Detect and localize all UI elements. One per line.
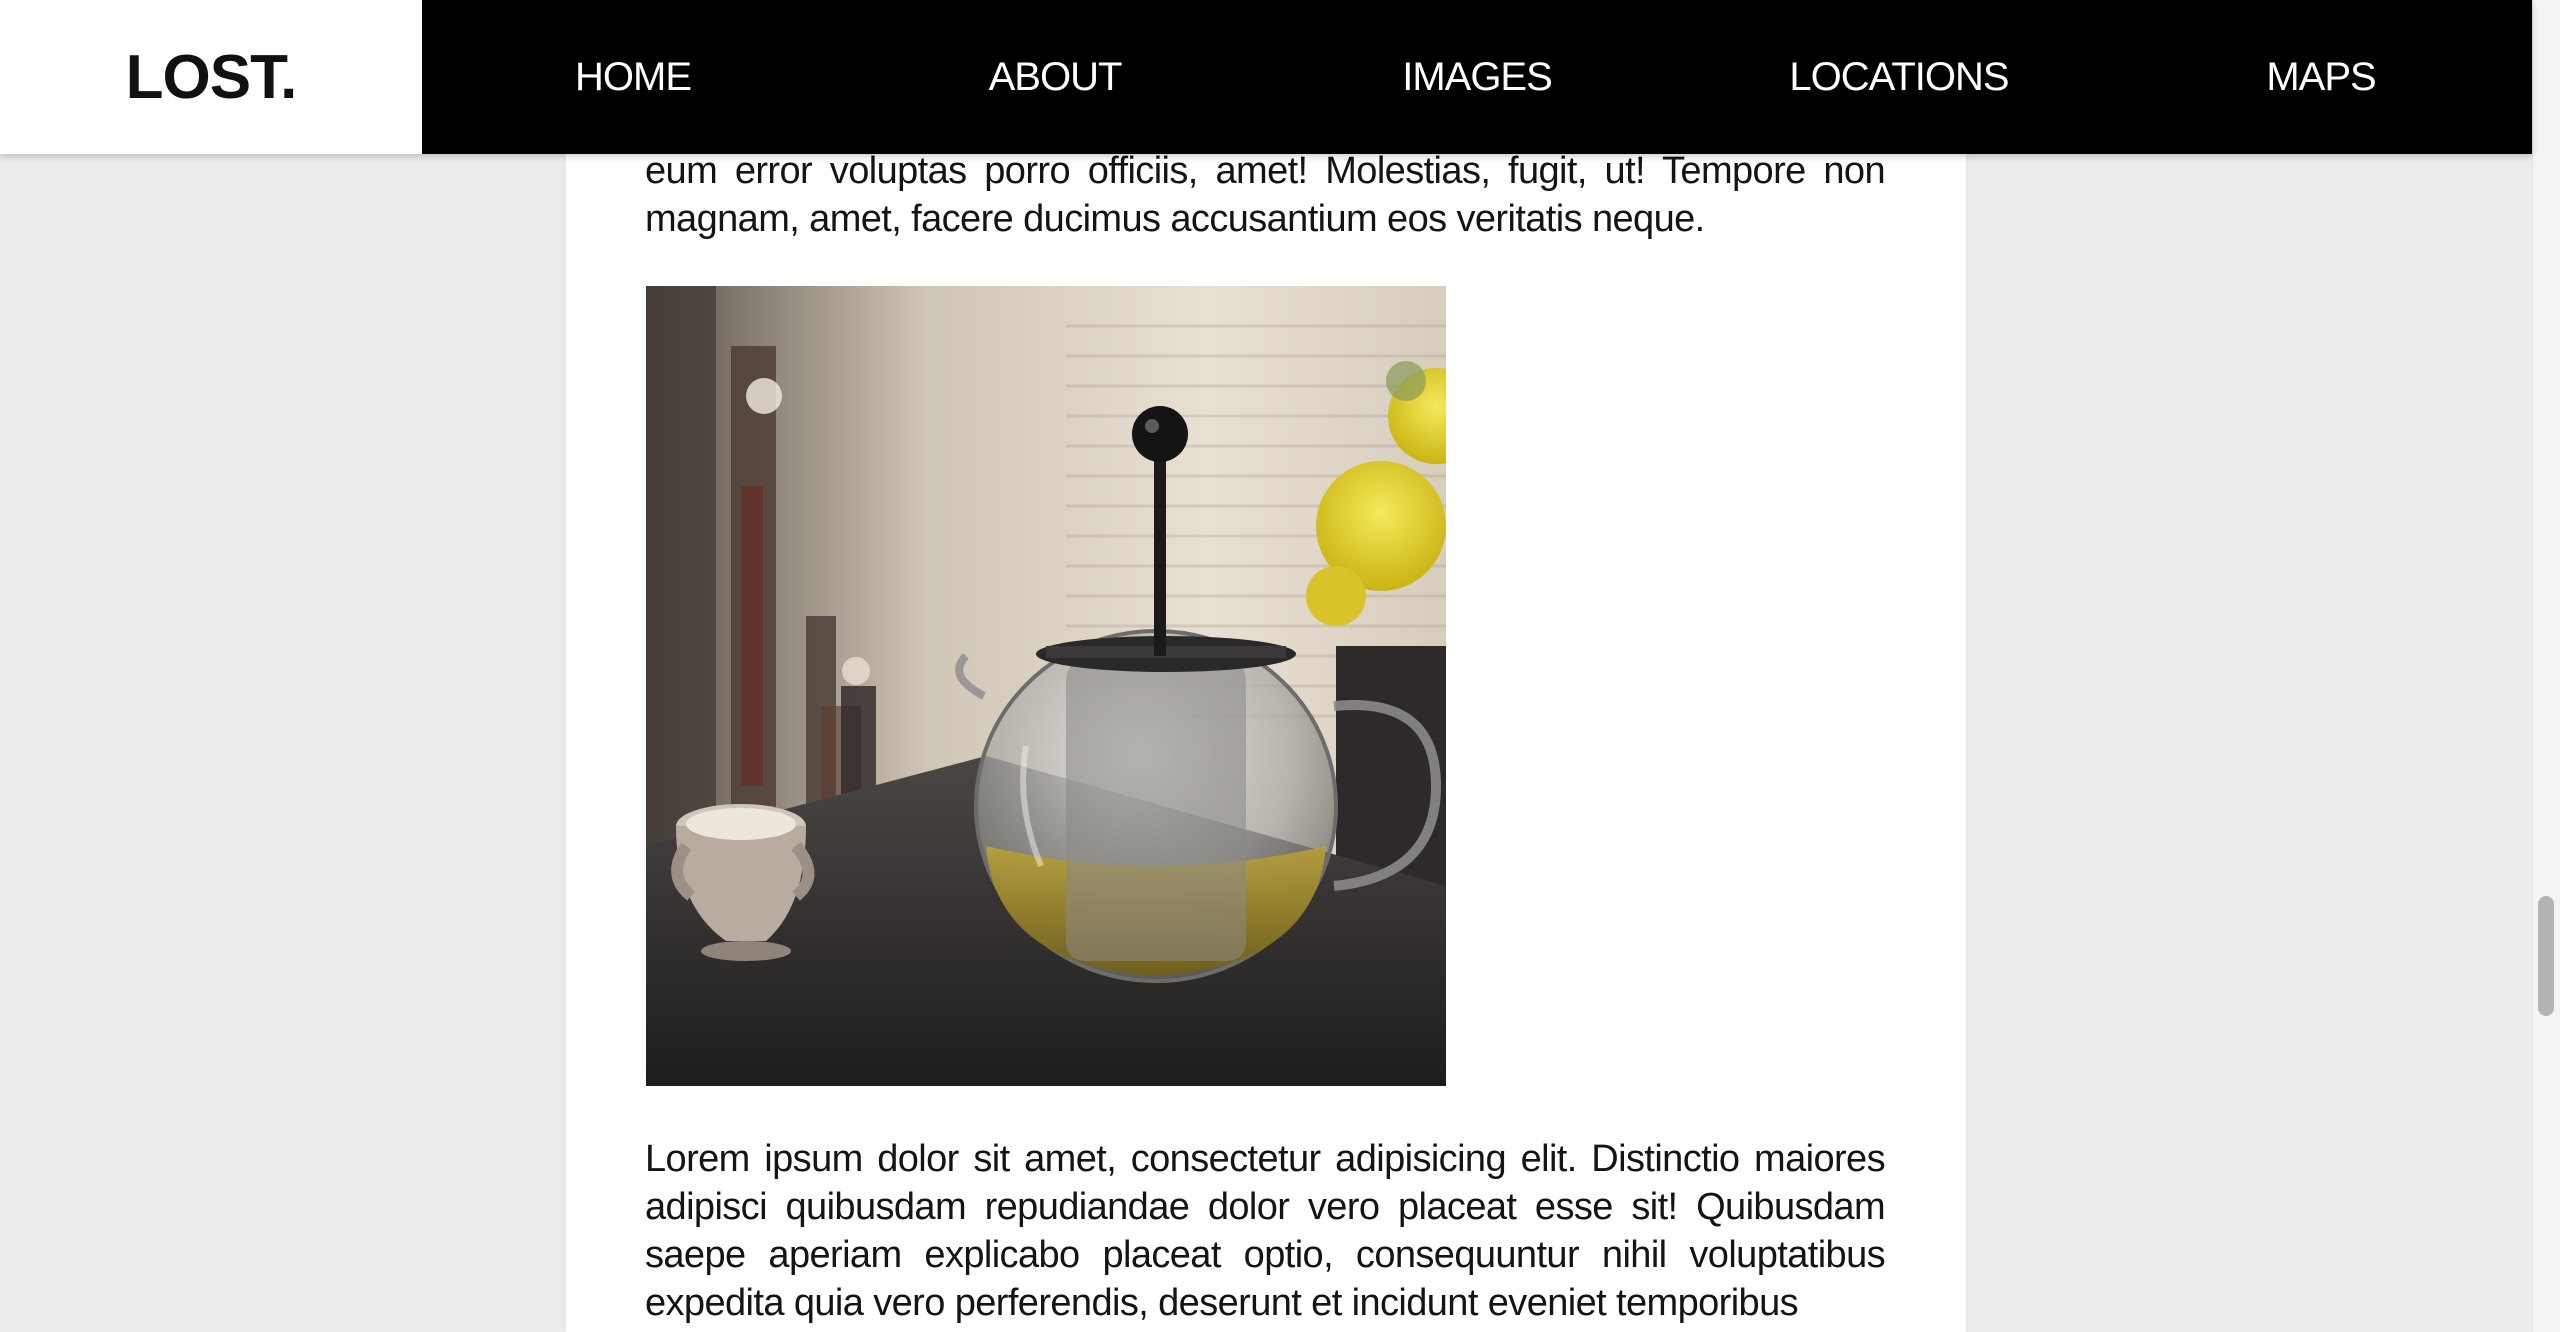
- article-paragraph: Lorem ipsum dolor sit amet, consectetur …: [645, 1138, 1886, 1324]
- article-column: eum error voluptas porro officiis, amet!…: [566, 0, 1966, 1332]
- site-header: LOST. HOME ABOUT IMAGES LOCATIONS MAPS: [0, 0, 2532, 154]
- vertical-scrollbar[interactable]: [2532, 0, 2560, 1332]
- logo-box[interactable]: LOST.: [0, 0, 422, 154]
- page: LOST. HOME ABOUT IMAGES LOCATIONS MAPS e…: [0, 0, 2560, 1332]
- nav-locations-link[interactable]: LOCATIONS: [1688, 55, 2110, 100]
- teapot-photo: [646, 286, 1446, 1086]
- nav-maps-link[interactable]: MAPS: [2110, 55, 2532, 100]
- nav-home-link[interactable]: HOME: [422, 55, 844, 100]
- nav-images-link[interactable]: IMAGES: [1266, 55, 1688, 100]
- nav-about-link[interactable]: ABOUT: [844, 55, 1266, 100]
- article-paragraph: eum error voluptas porro officiis, amet!…: [645, 150, 1886, 240]
- scrollbar-thumb[interactable]: [2538, 896, 2554, 1016]
- site-logo[interactable]: LOST.: [126, 42, 298, 113]
- main-nav: HOME ABOUT IMAGES LOCATIONS MAPS: [422, 0, 2532, 154]
